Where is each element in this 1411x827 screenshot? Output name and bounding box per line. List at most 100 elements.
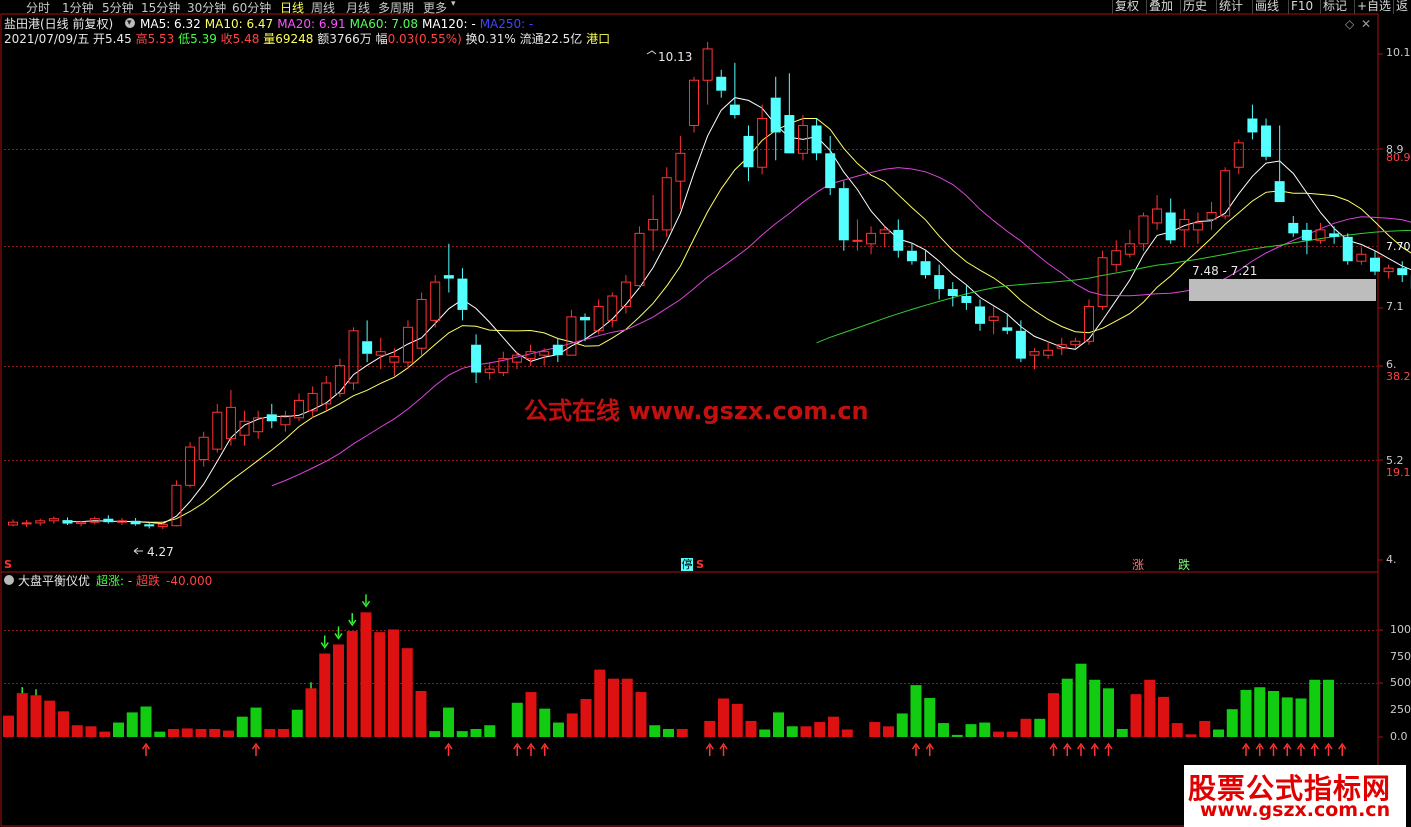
up-arrow-icon [719,742,728,756]
low-price-label: 4.27 [147,545,174,559]
ma-legend-item: MA10: 6.47 [204,17,274,31]
oscillator-bar [429,731,441,737]
candle [1383,264,1394,279]
up-arrow-icon [526,742,536,756]
oscillator-bar [1309,679,1321,737]
oscillator-bar [1116,728,1128,737]
oscillator-bar [993,731,1004,737]
candle [471,334,482,383]
candle [253,410,264,439]
price-axis-label: 7.70 [1386,240,1411,253]
candle [689,76,699,133]
candle [1029,348,1040,370]
oscillator-bar [44,700,56,737]
chevron-down-icon: ▾ [127,18,132,28]
oscillator-bar [374,632,386,737]
oscillator-bar [566,713,578,737]
oscillator-bar [319,653,331,737]
oscillator-bar [1034,718,1046,737]
indicator-settings-icon[interactable] [4,575,14,585]
quote-field: 量69248 [263,32,318,46]
ma10-line [135,118,1411,523]
close-icon[interactable]: ✕ [1361,17,1371,31]
oscillator-bar [869,722,881,737]
oscillator-bar [113,722,124,737]
candle [1097,250,1108,310]
candle [593,299,604,335]
oscillator-bar [676,728,688,737]
quote-field: 开5.45 [93,32,136,46]
candle [934,264,945,300]
oscillator-bar [745,720,757,737]
oscillator-bar [126,712,138,737]
diamond-icon[interactable]: ◇ [1345,17,1354,31]
oscillator-bar [1254,687,1266,737]
up-arrow-icon [1090,742,1099,756]
indicator-value-1: 超涨: - [96,574,133,588]
down-arrow-icon [361,594,371,608]
ma-legend-item: MA250: - [479,17,534,31]
up-arrow-icon [925,742,934,756]
oscillator-bar [264,728,276,737]
candle [893,219,904,258]
oscillator-bar [443,707,454,737]
axis-ticks [1378,53,1383,738]
candle [1111,240,1122,272]
indicator-axis-label: 750 [1390,650,1411,663]
oscillator-bar [470,728,482,737]
watermark-text: 公式在线 www.gszx.com.cn [524,397,869,425]
oscillator-bar [924,697,936,737]
candle [48,516,59,524]
indicator-axis-label: 1000 [1390,623,1411,636]
oscillator-bar [649,725,661,737]
candle [498,351,509,377]
up-arrow-icon [1076,742,1086,756]
oscillator-bar [388,629,399,737]
candle [1192,212,1203,244]
oscillator-bar [1171,723,1183,737]
candle [1138,212,1149,251]
candle [757,104,768,175]
up-arrow-icon [705,742,714,756]
up-arrow-icon [1296,742,1306,756]
oscillator-bar [1199,720,1211,737]
oscillator-bar [58,711,69,737]
candle [1152,195,1163,230]
oscillator-bar [814,722,826,737]
up-arrow-icon [1338,742,1347,756]
oscillator-bar [553,722,564,737]
quote-field: 收5.48 [220,32,264,46]
candle [1247,104,1258,140]
candle [947,282,958,307]
ma-legend-item: MA20: 6.91 [277,17,346,31]
candle [1220,167,1231,220]
high-price-label: 10.13 [658,50,693,64]
oscillator-bar [525,692,537,737]
oscillator-bar [1130,694,1142,737]
oscillator-bar [1089,679,1101,737]
up-arrow-icon [513,742,522,756]
up-arrow-icon [1241,742,1251,756]
oscillator-bar [236,716,248,737]
oscillator-bars [3,612,1334,737]
quote-field: 0.03(0.55%) [387,32,466,46]
candle [35,518,46,526]
up-arrow-icon [540,742,549,756]
candle [416,292,427,356]
oscillator-bar [786,726,798,737]
oscillator-bar [223,730,234,737]
oscillator-bar [965,724,977,737]
candle [389,348,400,377]
price-axis-label: 7.1 [1386,300,1404,313]
oscillator-bar [800,726,812,737]
oscillator-bar [3,715,14,737]
oscillator-bar [511,702,523,737]
oscillator-bar [731,703,743,737]
quote-field: 额3766万 [317,32,376,46]
ma-legend-item: MA60: 7.08 [349,17,419,31]
up-arrow-icon [1324,742,1333,756]
down-arrow-icon [334,626,343,640]
oscillator-bar [938,723,949,737]
candle [362,320,373,363]
candle [866,226,877,255]
